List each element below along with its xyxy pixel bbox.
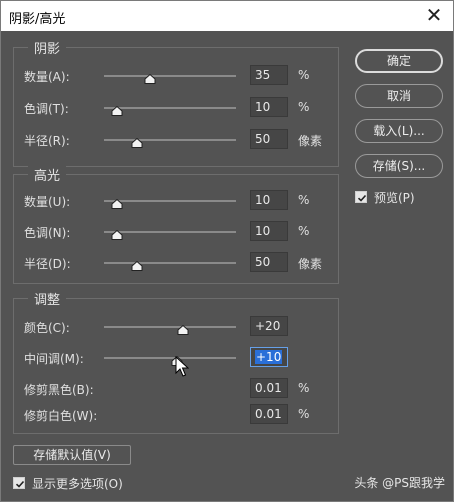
shadows-radius-slider[interactable] — [104, 139, 236, 141]
preview-checkbox[interactable] — [355, 191, 367, 203]
color-slider[interactable] — [104, 326, 236, 328]
clip-white-field[interactable]: 0.01 — [250, 404, 288, 424]
highlights-amount-field[interactable]: 10 — [250, 190, 288, 210]
shadows-radius-field[interactable]: 50 — [250, 129, 288, 149]
highlights-amount-unit: % — [298, 193, 310, 207]
more-options-checkbox[interactable] — [13, 477, 25, 489]
highlights-radius-field[interactable]: 50 — [250, 252, 288, 272]
window-title: 阴影/高光 — [9, 12, 66, 27]
adjustments-group-title: 调整 — [28, 289, 67, 308]
midtone-field[interactable]: +10 — [250, 347, 288, 367]
shadows-radius-label: 半径(R): — [24, 134, 70, 148]
clip-white-label: 修剪白色(W): — [24, 409, 98, 423]
color-label: 颜色(C): — [24, 321, 70, 335]
cancel-button[interactable]: 取消 — [355, 84, 443, 108]
shadows-tone-slider[interactable] — [104, 107, 236, 109]
highlights-group-title: 高光 — [28, 165, 67, 184]
highlights-tone-slider[interactable] — [104, 231, 236, 233]
shadows-tone-unit: % — [298, 100, 310, 114]
clip-white-unit: % — [298, 407, 310, 421]
highlights-tone-field[interactable]: 10 — [250, 221, 288, 241]
mouse-pointer-icon — [175, 355, 190, 382]
clip-black-field[interactable]: 0.01 — [250, 378, 288, 398]
highlights-radius-label: 半径(D): — [24, 257, 71, 271]
dialog-body: 阴影 数量(A): 35 % 色调(T): 10 % 半径(R): 50 像素 … — [1, 31, 453, 501]
checkmark-icon — [15, 480, 25, 488]
color-field[interactable]: +20 — [250, 316, 288, 336]
midtone-label: 中间调(M): — [24, 352, 84, 366]
shadows-amount-unit: % — [298, 68, 310, 82]
shadows-tone-field[interactable]: 10 — [250, 97, 288, 117]
clip-black-label: 修剪黑色(B): — [24, 383, 94, 397]
clip-black-unit: % — [298, 381, 310, 395]
save-defaults-button[interactable]: 存储默认值(V) — [13, 445, 131, 465]
highlights-radius-slider[interactable] — [104, 262, 236, 264]
shadows-group-title: 阴影 — [28, 38, 67, 57]
highlights-group: 高光 数量(U): 10 % 色调(N): 10 % 半径(D): 50 像素 — [13, 165, 339, 284]
checkmark-icon — [357, 194, 367, 202]
shadows-group: 阴影 数量(A): 35 % 色调(T): 10 % 半径(R): 50 像素 — [13, 38, 339, 167]
title-bar: 阴影/高光 ✕ — [1, 1, 453, 31]
watermark-text: 头条 @PS跟我学 — [354, 476, 445, 490]
preview-label[interactable]: 预览(P) — [374, 189, 415, 206]
highlights-tone-unit: % — [298, 224, 310, 238]
shadows-amount-label: 数量(A): — [24, 70, 70, 84]
save-button[interactable]: 存储(S)... — [355, 154, 443, 178]
shadows-amount-field[interactable]: 35 — [250, 65, 288, 85]
close-icon[interactable]: ✕ — [423, 4, 445, 26]
shadows-tone-label: 色调(T): — [24, 102, 69, 116]
shadows-amount-slider[interactable] — [104, 75, 236, 77]
ok-button[interactable]: 确定 — [355, 49, 443, 73]
more-options-label[interactable]: 显示更多选项(O) — [32, 475, 123, 492]
highlights-tone-label: 色调(N): — [24, 226, 71, 240]
highlights-amount-slider[interactable] — [104, 200, 236, 202]
load-button[interactable]: 载入(L)... — [355, 119, 443, 143]
shadow-highlight-dialog: 阴影/高光 ✕ 阴影 数量(A): 35 % 色调(T): 10 % 半径(R)… — [0, 0, 454, 502]
highlights-amount-label: 数量(U): — [24, 195, 71, 209]
highlights-radius-unit: 像素 — [298, 257, 323, 271]
shadows-radius-unit: 像素 — [298, 134, 323, 148]
